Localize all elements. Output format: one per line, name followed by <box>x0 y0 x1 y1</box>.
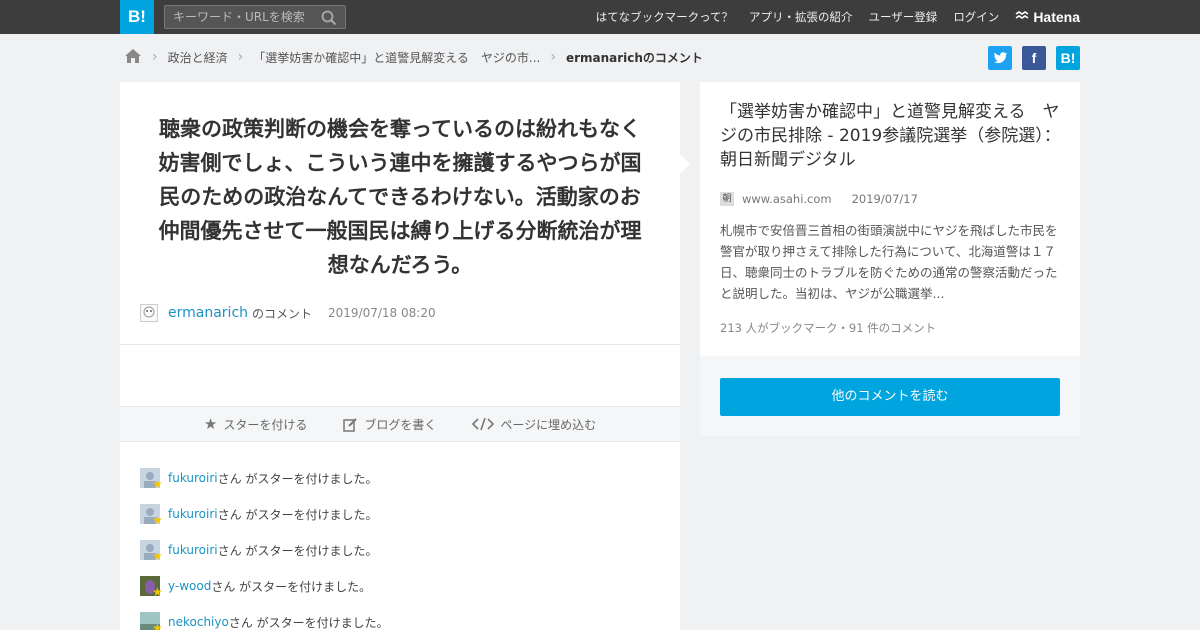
star-icon: ★ <box>203 415 218 433</box>
star-icon: ★ <box>152 549 163 563</box>
code-icon <box>472 417 495 431</box>
nav-apps[interactable]: アプリ・拡張の紹介 <box>749 9 853 25</box>
star-text: さん がスターを付けました。 <box>217 543 378 558</box>
write-blog-button[interactable]: ブログを書く <box>343 416 436 433</box>
star-icon: ★ <box>152 477 163 491</box>
star-icon: ★ <box>152 621 163 630</box>
star-text: さん がスターを付けました。 <box>211 579 372 594</box>
star-user-avatar[interactable]: ★ <box>140 504 163 527</box>
chevron-right-icon: › <box>550 49 556 65</box>
action-bar: ★ スターを付ける ブログを書く ページに埋め込む <box>120 406 680 442</box>
article-domain[interactable]: www.asahi.com <box>742 192 832 206</box>
star-item: ★ y-wood さん がスターを付けました。 <box>140 568 389 604</box>
facebook-share-button[interactable]: f <box>1022 46 1046 70</box>
search-input[interactable] <box>165 6 315 28</box>
breadcrumb: › 政治と経済 › 「選挙妨害か確認中」と道警見解変える ヤジの市... › e… <box>124 44 703 70</box>
home-icon[interactable] <box>124 48 142 67</box>
site-favicon: 朝 <box>720 192 734 206</box>
comment-date: 2019/07/18 08:20 <box>328 306 436 320</box>
article-description: 札幌市で安倍晋三首相の街頭演説中にヤジを飛ばした市民を警官が取り押さえて排除した… <box>720 223 1058 301</box>
add-star-label: スターを付ける <box>223 417 308 432</box>
star-username[interactable]: fukuroiri <box>168 543 218 557</box>
embed-button[interactable]: ページに埋め込む <box>472 416 596 433</box>
star-icon: ★ <box>152 585 163 599</box>
read-more-button[interactable]: 他のコメントを読む <box>720 378 1060 416</box>
embed-label: ページに埋め込む <box>500 417 597 432</box>
edit-icon <box>343 417 358 432</box>
search-icon[interactable] <box>321 10 337 30</box>
nav-register[interactable]: ユーザー登録 <box>869 9 938 25</box>
star-icon: ★ <box>152 513 163 527</box>
star-item: ★ fukuroiri さん がスターを付けました。 <box>140 496 389 532</box>
divider <box>120 344 680 345</box>
comment-username[interactable]: ermanarich <box>168 305 248 321</box>
read-more-panel: 他のコメントを読む <box>700 356 1080 436</box>
user-avatar[interactable] <box>140 304 158 322</box>
breadcrumb-entry[interactable]: 「選挙妨害か確認中」と道警見解変える ヤジの市... <box>253 49 540 66</box>
star-user-avatar[interactable]: ★ <box>140 468 163 491</box>
add-star-button[interactable]: ★ スターを付ける <box>204 415 307 433</box>
chevron-right-icon: › <box>152 49 158 65</box>
comment-meta: ermanarich のコメント 2019/07/18 08:20 <box>140 304 436 322</box>
star-user-avatar[interactable]: ★ <box>140 540 163 563</box>
star-username[interactable]: nekochiyo <box>168 615 229 629</box>
comment-suffix: のコメント <box>252 306 313 321</box>
twitter-share-button[interactable] <box>988 46 1012 70</box>
star-username[interactable]: fukuroiri <box>168 471 218 485</box>
star-username[interactable]: y-wood <box>168 579 211 593</box>
article-card: 「選挙妨害か確認中」と道警見解変える ヤジの市民排除 - 2019参議院選挙（参… <box>700 82 1080 356</box>
hatena-brand-link[interactable]: Hatena <box>1015 9 1080 25</box>
article-stats[interactable]: 213 人がブックマーク・91 件のコメント <box>720 320 936 336</box>
top-nav: はてなブックマークって？ アプリ・拡張の紹介 ユーザー登録 ログイン Haten… <box>596 0 1080 34</box>
chevron-right-icon: › <box>237 49 244 65</box>
star-item: ★ fukuroiri さん がスターを付けました。 <box>140 460 389 496</box>
star-text: さん がスターを付けました。 <box>217 507 378 522</box>
comment-card: 聴衆の政策判断の機会を奪っているのは紛れもなく妨害側でしょ、こういう連中を擁護す… <box>120 82 680 630</box>
hatena-mark-icon <box>1015 11 1029 19</box>
article-title[interactable]: 「選挙妨害か確認中」と道警見解変える ヤジの市民排除 - 2019参議院選挙（参… <box>720 100 1064 172</box>
nav-about[interactable]: はてなブックマークって？ <box>596 9 733 25</box>
nav-login[interactable]: ログイン <box>953 9 999 25</box>
share-buttons: f B! <box>988 46 1080 70</box>
hatena-bookmark-logo[interactable]: B! <box>120 0 154 34</box>
star-list: ★ fukuroiri さん がスターを付けました。 ★ fukuroiri さ… <box>140 460 389 630</box>
star-user-avatar[interactable]: ★ <box>140 576 163 599</box>
breadcrumb-category[interactable]: 政治と経済 <box>168 49 228 66</box>
search-box <box>164 5 346 29</box>
hatena-brand-text: Hatena <box>1033 9 1080 25</box>
article-date: 2019/07/17 <box>851 192 918 206</box>
star-user-avatar[interactable]: ★ <box>140 612 163 630</box>
comment-text: 聴衆の政策判断の機会を奪っているのは紛れもなく妨害側でしょ、こういう連中を擁護す… <box>158 117 642 277</box>
twitter-icon <box>994 52 1007 64</box>
top-bar: B! はてなブックマークって？ アプリ・拡張の紹介 ユーザー登録 ログイン Ha… <box>0 0 1200 34</box>
star-username[interactable]: fukuroiri <box>168 507 218 521</box>
star-text: さん がスターを付けました。 <box>228 615 389 630</box>
write-blog-label: ブログを書く <box>364 417 437 432</box>
star-text: さん がスターを付けました。 <box>217 471 378 486</box>
star-item: ★ fukuroiri さん がスターを付けました。 <box>140 532 389 568</box>
star-item: ★ nekochiyo さん がスターを付けました。 <box>140 604 389 630</box>
hatena-share-button[interactable]: B! <box>1056 46 1080 70</box>
breadcrumb-current: ermanarichのコメント <box>565 50 703 65</box>
article-source: 朝 www.asahi.com 2019/07/17 <box>720 192 918 206</box>
card-pointer <box>680 154 690 174</box>
